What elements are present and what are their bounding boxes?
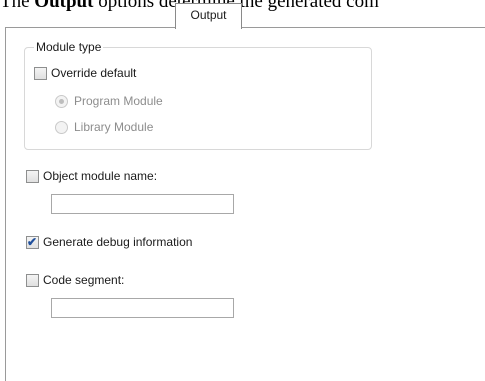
generate-debug-row[interactable]: ✔ Generate debug information <box>26 235 192 249</box>
output-options-page: The Output options determine the generat… <box>0 0 485 381</box>
override-default-label: Override default <box>51 66 137 80</box>
object-module-name-row[interactable]: Object module name: <box>26 169 157 183</box>
module-type-title: Module type <box>34 40 104 54</box>
generate-debug-label: Generate debug information <box>43 235 193 249</box>
code-segment-row[interactable]: Code segment: <box>26 273 124 287</box>
override-default-row[interactable]: Override default <box>34 66 136 80</box>
program-module-label: Program Module <box>74 94 163 108</box>
caption-prefix: The <box>0 0 35 12</box>
library-module-radio[interactable] <box>55 120 68 134</box>
code-segment-input[interactable] <box>51 298 234 318</box>
library-module-label: Library Module <box>74 120 154 134</box>
code-segment-checkbox[interactable] <box>26 273 39 287</box>
generate-debug-checkbox[interactable]: ✔ <box>26 234 39 249</box>
tab-output[interactable]: Output <box>175 3 242 29</box>
program-module-radio-row[interactable]: Program Module <box>55 94 163 108</box>
caption-bold: Output <box>34 0 94 12</box>
checkmark-icon: ✔ <box>27 234 38 249</box>
override-default-checkbox[interactable] <box>34 66 47 80</box>
radio-selected-dot <box>59 98 64 104</box>
library-module-radio-row[interactable]: Library Module <box>55 120 153 134</box>
code-segment-label: Code segment: <box>43 273 125 287</box>
object-module-name-label: Object module name: <box>43 169 158 183</box>
program-module-radio[interactable] <box>55 94 68 108</box>
object-module-name-input[interactable] <box>51 194 234 214</box>
object-module-name-checkbox[interactable] <box>26 169 39 183</box>
